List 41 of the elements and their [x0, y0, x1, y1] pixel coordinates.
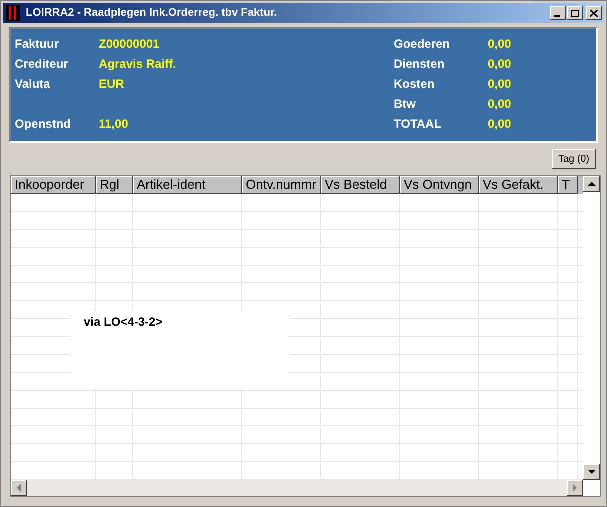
field-label: Crediteur [15, 57, 68, 71]
field-label: Diensten [394, 57, 445, 71]
horizontal-scrollbar[interactable] [11, 480, 583, 496]
up-arrow-icon [588, 182, 596, 186]
window-title: LOIRRA2 - Raadplegen Ink.Orderreg. tbv Faktur. [26, 6, 278, 21]
field-value: 0,00 [488, 36, 512, 53]
minimize-button[interactable] [550, 6, 566, 20]
right-arrow-icon [573, 484, 577, 492]
field-label: Btw [394, 97, 416, 111]
column-header[interactable]: Inkooporder [11, 176, 96, 194]
field-label: Goederen [394, 37, 450, 51]
column-header[interactable]: Vs Ontvngn [400, 176, 479, 194]
column-header[interactable]: Ontv.nummr [242, 176, 321, 194]
field-label: Kosten [394, 77, 435, 91]
field-value: 11,00 [99, 116, 128, 133]
field-value: Z00000001 [99, 36, 160, 53]
overlay-text: via LO<4-3-2> [84, 315, 163, 329]
field-label: Openstnd [15, 117, 71, 131]
column-header[interactable]: Vs Gefakt. [479, 176, 558, 194]
field-label: TOTAAL [394, 117, 442, 131]
down-arrow-icon [588, 470, 596, 474]
maximize-button[interactable] [567, 6, 583, 20]
field-value: 0,00 [488, 56, 512, 73]
column-header[interactable]: Artikel-ident [133, 176, 242, 194]
field-value: Agravis Raiff. [99, 56, 176, 73]
tag-button[interactable]: Tag (0) [552, 149, 596, 169]
maximize-icon [571, 10, 579, 16]
app-icon [6, 5, 20, 21]
field-value: 0,00 [488, 116, 512, 133]
left-arrow-icon [17, 484, 21, 492]
field-label: Valuta [15, 77, 50, 91]
close-button[interactable] [586, 6, 602, 20]
field-label: Faktuur [15, 37, 60, 51]
column-header[interactable]: Rgl [96, 176, 133, 194]
column-header[interactable]: Vs Besteld [321, 176, 400, 194]
field-value: EUR [99, 76, 124, 93]
column-header[interactable]: T [558, 176, 578, 194]
vertical-scrollbar[interactable] [583, 176, 600, 480]
field-value: 0,00 [488, 76, 512, 93]
field-value: 0,00 [488, 96, 512, 113]
close-icon [590, 10, 598, 16]
